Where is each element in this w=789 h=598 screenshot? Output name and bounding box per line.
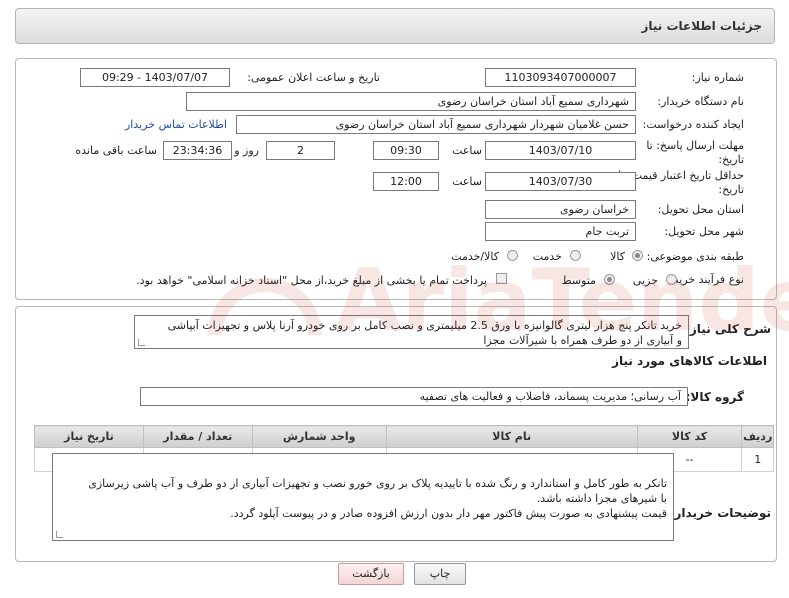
goods-info-title: اطلاعات کالاهای مورد نیاز	[612, 354, 767, 368]
print-button[interactable]: چاپ	[414, 563, 466, 585]
buyer-org-field: شهرداری سمیع آباد استان خراسان رضوی	[186, 92, 636, 111]
purchase-medium-label: متوسط	[561, 274, 596, 287]
col-qty-header: تعداد / مقدار	[142, 425, 253, 448]
need-number-field: 1103093407000007	[485, 68, 636, 87]
buyer-notes-line-1: تانکر به طور کامل و استاندارد و رنگ شده …	[88, 477, 667, 490]
treasury-note: پرداخت تمام یا بخشی از مبلغ خرید،از محل …	[136, 274, 487, 287]
goods-group-field: آب رسانی؛ مدیریت پسماند، فاضلاب و فعالیت…	[140, 387, 688, 406]
col-row-header: ردیف	[741, 425, 774, 448]
buyer-contact-link[interactable]: اطلاعات تماس خریدار	[125, 118, 227, 131]
category-goods-label: کالا	[610, 250, 625, 263]
reply-days-field: 2	[266, 141, 335, 160]
description-textarea[interactable]: خرید تانکر پنج هزار لیتری گالوانیزه با و…	[134, 315, 689, 349]
resize-handle-icon[interactable]	[138, 339, 145, 346]
page-title: جزئیات اطلاعات نیاز	[641, 19, 762, 33]
buyer-org-label: نام دستگاه خریدار:	[657, 95, 744, 108]
purchase-medium-radio[interactable]	[604, 274, 615, 285]
reply-deadline-date-field: 1403/07/10	[485, 141, 636, 160]
announce-datetime-field: 1403/07/07 - 09:29	[80, 68, 230, 87]
description-label: شرح کلی نیاز:	[685, 322, 771, 336]
cell-row-number: 1	[741, 447, 774, 472]
col-name-header: نام کالا	[385, 425, 638, 448]
price-validity-time-label: ساعت	[452, 175, 482, 188]
remaining-time-field: 23:34:36	[163, 141, 232, 160]
delivery-city-field: تربت جام	[485, 222, 636, 241]
delivery-province-label: استان محل تحویل:	[657, 203, 744, 216]
price-validity-date-field: 1403/07/30	[485, 172, 636, 191]
description-line-2: و آبیاری از دو طرف همراه با شیرآلات مجزا	[483, 334, 682, 347]
subject-category-label: طبقه بندی موضوعی:	[646, 250, 744, 263]
buyer-notes-textarea[interactable]: تانکر به طور کامل و استاندارد و رنگ شده …	[52, 453, 674, 541]
description-line-1: خرید تانکر پنج هزار لیتری گالوانیزه با و…	[167, 319, 682, 332]
category-service-label: خدمت	[532, 250, 562, 263]
purchase-type-label: نوع فرآیند خرید :	[666, 273, 744, 286]
col-date-header: تاریخ نیاز	[34, 425, 144, 448]
back-button[interactable]: بازگشت	[338, 563, 404, 585]
reply-days-label: روز و	[234, 144, 259, 157]
treasury-checkbox[interactable]	[496, 273, 507, 284]
purchase-minor-radio[interactable]	[666, 274, 677, 285]
buyer-notes-line-3: قیمت پیشنهادی به صورت پیش فاکتور مهر دار…	[230, 507, 667, 520]
requester-label: ایجاد کننده درخواست:	[642, 118, 744, 131]
price-validity-label: حداقل تاریخ اعتبار قیمت: تا	[618, 169, 744, 182]
resize-handle-icon[interactable]	[56, 531, 63, 538]
buyer-notes-label: توضیحات خریدار:	[669, 506, 771, 520]
reply-deadline-label-date: تاریخ:	[718, 153, 744, 166]
col-code-header: کد کالا	[636, 425, 743, 448]
col-unit-header: واحد شمارش	[251, 425, 387, 448]
goods-table-header: ردیف کد کالا نام کالا واحد شمارش تعداد /…	[34, 425, 774, 448]
requester-field: حسن غلامیان شهردار شهرداری سمیع آباد است…	[236, 115, 636, 134]
announce-datetime-label: تاریخ و ساعت اعلان عمومی:	[247, 71, 380, 84]
remaining-time-label: ساعت باقی مانده	[75, 144, 157, 157]
category-goods-service-radio[interactable]	[507, 250, 518, 261]
delivery-province-field: خراسان رضوی	[485, 200, 636, 219]
reply-deadline-label: مهلت ارسال پاسخ: تا	[646, 139, 744, 152]
price-validity-time-field: 12:00	[373, 172, 439, 191]
delivery-city-label: شهر محل تحویل:	[664, 225, 744, 238]
goods-group-label: گروه کالا:	[685, 390, 744, 404]
buyer-notes-line-2: با شیرهای مجزا داشته باشد.	[536, 492, 667, 505]
category-goods-service-label: کالا/خدمت	[451, 250, 499, 263]
category-service-radio[interactable]	[570, 250, 581, 261]
category-goods-radio[interactable]	[632, 250, 643, 261]
page-header: جزئیات اطلاعات نیاز	[15, 8, 775, 44]
price-validity-label-date: تاریخ:	[718, 183, 744, 196]
purchase-minor-label: جزیی	[632, 274, 658, 287]
reply-deadline-time-label: ساعت	[452, 144, 482, 157]
reply-deadline-time-field: 09:30	[373, 141, 439, 160]
need-number-label: شماره نیاز:	[691, 71, 744, 84]
